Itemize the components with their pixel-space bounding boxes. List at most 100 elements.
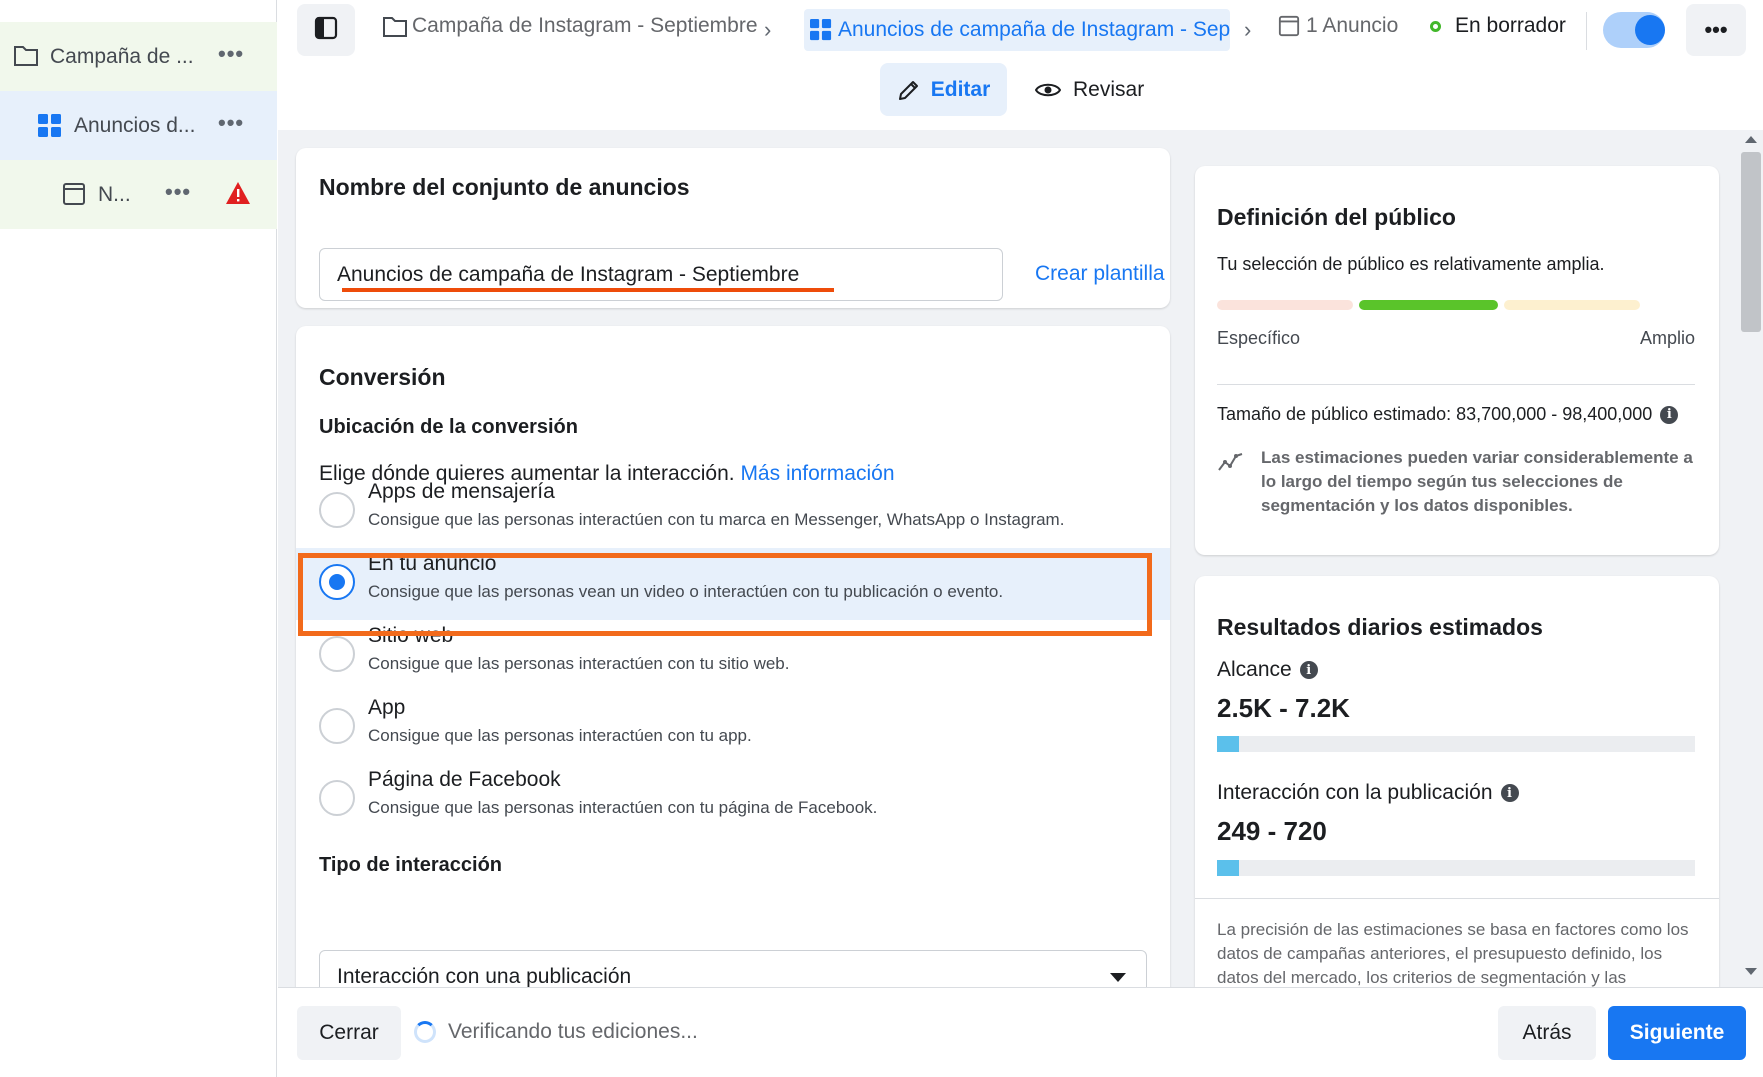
more-options-icon[interactable]: •••	[218, 41, 244, 67]
option-app[interactable]: App Consigue que las personas interactúe…	[296, 692, 1170, 764]
more-options-icon[interactable]: •••	[165, 179, 191, 205]
breadcrumb-ad[interactable]: 1 Anuncio	[1278, 14, 1398, 38]
status-label: En borrador	[1455, 14, 1566, 37]
top-bar: Campaña de Instagram - Septiembre › Anun…	[278, 0, 1763, 62]
option-title: Apps de mensajería	[368, 480, 555, 503]
divider	[1195, 898, 1719, 899]
engagement-value: 249 - 720	[1217, 816, 1327, 846]
main-content: Nombre del conjunto de anuncios Anuncios…	[278, 130, 1763, 987]
back-button[interactable]: Atrás	[1498, 1006, 1596, 1060]
meter-label-specific: Específico	[1217, 328, 1301, 348]
radio-button[interactable]	[319, 636, 355, 672]
info-icon[interactable]: i	[1299, 661, 1318, 679]
footer-bar: Cerrar Verificando tus ediciones... Atrá…	[278, 987, 1763, 1077]
interaction-type-select[interactable]: Interacción con una publicación	[319, 950, 1147, 987]
breadcrumb-adset[interactable]: Anuncios de campaña de Instagram - Septi…	[804, 9, 1230, 51]
info-icon[interactable]: i	[1660, 405, 1679, 424]
reach-label-text: Alcance	[1217, 658, 1292, 681]
more-options-icon[interactable]: •••	[218, 110, 244, 136]
create-template-link[interactable]: Crear plantilla	[1035, 262, 1165, 286]
adset-name-card: Nombre del conjunto de anuncios Anuncios…	[296, 148, 1170, 308]
breadcrumb-label: Campaña de Instagram - Septiembre	[412, 14, 758, 37]
toggle-panel-button[interactable]	[297, 4, 355, 56]
meter-label-broad: Amplio	[1639, 328, 1695, 348]
meter-segment-broad	[1504, 300, 1640, 310]
tab-label: Editar	[930, 77, 991, 101]
engagement-bar	[1217, 860, 1695, 876]
card-title: Definición del público	[1217, 204, 1456, 230]
option-facebook-page[interactable]: Página de Facebook Consigue que las pers…	[296, 764, 1170, 836]
option-title: Página de Facebook	[368, 768, 561, 791]
adset-name-input[interactable]: Anuncios de campaña de Instagram - Septi…	[319, 248, 1003, 301]
close-button[interactable]: Cerrar	[297, 1006, 401, 1060]
loading-spinner-icon	[414, 1021, 436, 1043]
divider	[1586, 12, 1587, 50]
breadcrumb-campaign[interactable]: Campaña de Instagram - Septiembre	[382, 14, 758, 38]
card-title: Nombre del conjunto de anuncios	[319, 174, 690, 200]
divider	[1217, 384, 1695, 385]
estimate-footnote: La precisión de las estimaciones se basa…	[1217, 920, 1689, 987]
meter-segment-specific	[1217, 300, 1353, 310]
caret-down-icon	[1110, 973, 1126, 982]
toggle-knob	[1635, 15, 1665, 45]
chevron-right-icon: ›	[764, 17, 772, 42]
sidebar-item-label: Anuncios d...	[74, 114, 196, 137]
option-subtitle: Consigue que las personas interactúen co…	[368, 510, 1065, 529]
breadcrumb-label: 1 Anuncio	[1306, 14, 1399, 37]
radio-button[interactable]	[319, 708, 355, 744]
next-button[interactable]: Siguiente	[1608, 1006, 1746, 1060]
meter-segment-active	[1359, 300, 1498, 310]
option-title: App	[368, 696, 406, 719]
option-subtitle: Consigue que las personas interactúen co…	[368, 798, 878, 817]
reach-bar-fill	[1217, 736, 1239, 752]
pencil-icon	[897, 78, 921, 102]
grid-icon	[38, 114, 62, 138]
audience-size-text: Tamaño de público estimado: 83,700,000 -…	[1217, 404, 1653, 424]
grid-icon	[810, 19, 832, 41]
breadcrumb-label: Anuncios de campaña de Instagram - Septi…	[838, 18, 1230, 41]
eye-icon	[1035, 80, 1061, 100]
radio-button[interactable]	[319, 780, 355, 816]
sidebar-item-ad[interactable]: N... •••	[0, 160, 277, 229]
card-title: Resultados diarios estimados	[1217, 614, 1543, 640]
reach-label: Alcance i	[1217, 658, 1318, 682]
scrollbar-thumb[interactable]	[1741, 152, 1761, 332]
audience-definition-card: Definición del público Tu selección de p…	[1195, 166, 1719, 555]
tab-review[interactable]: Revisar	[1035, 63, 1144, 116]
sidebar-item-label: N...	[98, 183, 131, 206]
folder-icon	[382, 14, 408, 38]
radio-button[interactable]	[319, 492, 355, 528]
reach-value: 2.5K - 7.2K	[1217, 693, 1350, 723]
scroll-up-arrow-icon[interactable]	[1745, 136, 1757, 143]
annotation-underline	[342, 288, 834, 292]
verifying-status: Verificando tus ediciones...	[414, 1020, 698, 1044]
more-options-icon: •••	[1704, 17, 1728, 42]
draft-status: En borrador	[1430, 14, 1566, 38]
info-icon[interactable]: i	[1500, 784, 1519, 802]
tab-label: Revisar	[1073, 77, 1145, 101]
conversion-location-title: Ubicación de la conversión	[319, 416, 578, 438]
trend-line-icon	[1217, 450, 1245, 479]
reach-bar	[1217, 736, 1695, 752]
option-subtitle: Consigue que las personas interactúen co…	[368, 726, 752, 745]
scroll-down-arrow-icon[interactable]	[1745, 968, 1757, 975]
sidebar-panel-icon	[314, 16, 338, 45]
engagement-bar-fill	[1217, 860, 1239, 876]
status-dot-icon	[1430, 20, 1441, 32]
selection-highlight	[298, 553, 1152, 636]
conversion-card: Conversión Ubicación de la conversión El…	[296, 326, 1170, 987]
warning-icon	[225, 181, 251, 211]
chevron-right-icon: ›	[1244, 17, 1252, 42]
card-title: Conversión	[319, 364, 446, 390]
estimate-warning: Las estimaciones pueden variar considera…	[1261, 448, 1693, 515]
sidebar-item-adset[interactable]: Anuncios d... •••	[0, 91, 277, 160]
daily-results-card: Resultados diarios estimados Alcance i 2…	[1195, 576, 1719, 987]
select-value: Interacción con una publicación	[337, 964, 632, 988]
engagement-label: Interacción con la publicación i	[1217, 781, 1519, 805]
option-messaging-apps[interactable]: Apps de mensajería Consigue que las pers…	[296, 476, 1170, 548]
sidebar-item-label: Campaña de ...	[50, 45, 194, 68]
more-options-button[interactable]: •••	[1686, 4, 1746, 56]
tab-edit[interactable]: Editar	[880, 63, 1007, 116]
sidebar-item-campaign[interactable]: Campaña de ... •••	[0, 22, 277, 91]
verifying-text: Verificando tus ediciones...	[448, 1020, 698, 1043]
